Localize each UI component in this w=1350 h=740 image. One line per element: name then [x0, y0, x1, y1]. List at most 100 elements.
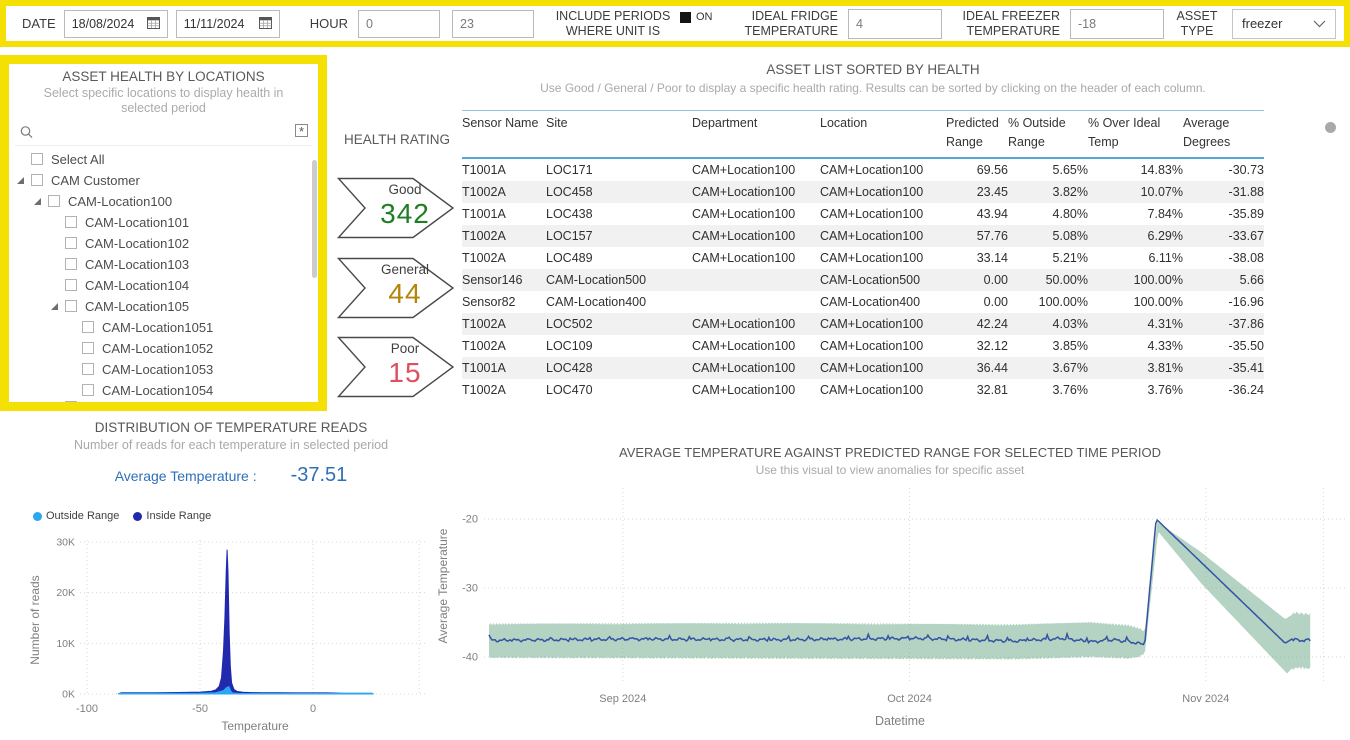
- column-header[interactable]: % Outside Range: [1008, 111, 1088, 158]
- expand-icon[interactable]: [51, 303, 58, 310]
- date-to-input[interactable]: 11/11/2024: [176, 10, 280, 38]
- y-axis-title: Number of reads: [28, 575, 42, 664]
- table-row[interactable]: Sensor82CAM-Location400CAM-Location4000.…: [462, 291, 1264, 313]
- table-cell: 32.81: [946, 379, 1008, 401]
- table-cell: LOC438: [546, 203, 692, 225]
- column-header[interactable]: Predicted Range: [946, 111, 1008, 158]
- table-cell: -35.50: [1183, 335, 1264, 357]
- expand-icon[interactable]: [17, 177, 24, 184]
- tree-item[interactable]: CAM-Location104: [15, 275, 312, 296]
- table-row[interactable]: T1001ALOC438CAM+Location100CAM+Location1…: [462, 203, 1264, 225]
- ideal-fridge-input[interactable]: 4: [848, 9, 942, 39]
- tree-item[interactable]: CAM-Location1052: [15, 338, 312, 359]
- location-tree: Select AllCAM CustomerCAM-Location100CAM…: [15, 149, 312, 411]
- y-tick-label: -30: [462, 583, 478, 595]
- health-rating-label: HEALTH RATING: [336, 132, 458, 147]
- table-row[interactable]: T1002ALOC489CAM+Location100CAM+Location1…: [462, 247, 1264, 269]
- hour-to-value: 23: [460, 17, 474, 31]
- tree-checkbox[interactable]: [48, 195, 60, 207]
- series-inside-range[interactable]: [121, 550, 344, 694]
- chevron-down-icon: [1313, 16, 1326, 31]
- tree-item[interactable]: CAM-Location100: [15, 191, 312, 212]
- filter-bar: DATE 18/08/2024 11/11/2024 HOUR 0 23 INC…: [0, 0, 1350, 47]
- tree-checkbox[interactable]: [31, 153, 43, 165]
- tree-checkbox[interactable]: [65, 258, 77, 270]
- table-cell: 43.94: [946, 203, 1008, 225]
- tree-checkbox[interactable]: [65, 237, 77, 249]
- tree-item[interactable]: CAM-Location1051: [15, 317, 312, 338]
- health-general-count: 44: [363, 278, 447, 310]
- x-tick-label: Oct 2024: [887, 693, 932, 705]
- tree-item[interactable]: CAM-Location105: [15, 296, 312, 317]
- tree-item[interactable]: CAM-Location1054: [15, 380, 312, 401]
- table-row[interactable]: T1001ALOC171CAM+Location100CAM+Location1…: [462, 158, 1264, 181]
- calendar-icon[interactable]: [259, 16, 272, 32]
- table-cell: 5.66: [1183, 269, 1264, 291]
- table-row[interactable]: T1002ALOC458CAM+Location100CAM+Location1…: [462, 181, 1264, 203]
- tree-checkbox[interactable]: [82, 342, 94, 354]
- table-cell: -36.24: [1183, 379, 1264, 401]
- column-header[interactable]: Site: [546, 111, 692, 158]
- column-header[interactable]: Location: [820, 111, 946, 158]
- tree-checkbox[interactable]: [31, 174, 43, 186]
- hour-from-input[interactable]: 0: [358, 10, 440, 38]
- column-header[interactable]: Average Degrees: [1183, 111, 1264, 158]
- table-cell: 10.07%: [1088, 181, 1183, 203]
- tree-item[interactable]: Select All: [15, 149, 312, 170]
- tree-item[interactable]: CAM-Location1053: [15, 359, 312, 380]
- table-cell: 4.31%: [1088, 313, 1183, 335]
- tree-checkbox[interactable]: [82, 321, 94, 333]
- tree-checkbox[interactable]: [65, 300, 77, 312]
- tree-item[interactable]: CAM Customer: [15, 170, 312, 191]
- table-row[interactable]: Sensor146CAM-Location500CAM-Location5000…: [462, 269, 1264, 291]
- table-cell: CAM+Location100: [692, 247, 820, 269]
- expand-icon[interactable]: [34, 198, 41, 205]
- hour-to-input[interactable]: 23: [452, 10, 534, 38]
- distribution-title: DISTRIBUTION OF TEMPERATURE READS: [25, 420, 437, 435]
- tree-item[interactable]: CAM-Location103: [15, 254, 312, 275]
- calendar-icon[interactable]: [147, 16, 160, 32]
- date-from-value: 18/08/2024: [72, 17, 147, 31]
- tree-checkbox[interactable]: [65, 216, 77, 228]
- column-header[interactable]: Sensor Name: [462, 111, 546, 158]
- tree-checkbox[interactable]: [65, 279, 77, 291]
- average-temperature-value: -37.51: [291, 464, 348, 487]
- predicted-range-band[interactable]: [489, 522, 1310, 674]
- include-toggle[interactable]: ON: [680, 11, 720, 23]
- table-row[interactable]: T1002ALOC157CAM+Location100CAM+Location1…: [462, 225, 1264, 247]
- tree-item[interactable]: CAM-Location102: [15, 233, 312, 254]
- tree-checkbox[interactable]: [65, 401, 77, 410]
- table-row[interactable]: T1002ALOC502CAM+Location100CAM+Location1…: [462, 313, 1264, 335]
- column-header[interactable]: Department: [692, 111, 820, 158]
- table-cell: 57.76: [946, 225, 1008, 247]
- table-row[interactable]: T1002ALOC470CAM+Location100CAM+Location1…: [462, 379, 1264, 401]
- distribution-chart-svg[interactable]: 0K10K20K30K-100-500TemperatureNumber of …: [25, 520, 437, 738]
- health-filter-good[interactable]: Good 342: [337, 177, 455, 239]
- table-row[interactable]: T1002ALOC109CAM+Location100CAM+Location1…: [462, 335, 1264, 357]
- table-row[interactable]: T1001ALOC428CAM+Location100CAM+Location1…: [462, 357, 1264, 379]
- line-chart-svg[interactable]: -20-30-40Sep 2024Oct 2024Nov 2024Datetim…: [430, 478, 1350, 740]
- toggle-square-icon[interactable]: [680, 12, 691, 23]
- health-filter-poor[interactable]: Poor 15: [337, 336, 455, 398]
- table-cell: 5.65%: [1008, 158, 1088, 181]
- table-cell: LOC458: [546, 181, 692, 203]
- tree-checkbox[interactable]: [82, 384, 94, 396]
- fuzzy-match-icon[interactable]: *: [295, 124, 308, 137]
- asset-type-dropdown[interactable]: freezer: [1232, 9, 1336, 39]
- ideal-fridge-label: IDEAL FRIDGE TEMPERATURE: [734, 9, 838, 39]
- tree-item[interactable]: [15, 401, 312, 410]
- tree-scrollbar[interactable]: [312, 160, 317, 278]
- search-input[interactable]: [39, 123, 263, 143]
- table-cell: 4.80%: [1008, 203, 1088, 225]
- tree-item[interactable]: CAM-Location101: [15, 212, 312, 233]
- ideal-freezer-input[interactable]: -18: [1070, 9, 1164, 39]
- table-cell: CAM-Location500: [820, 269, 946, 291]
- column-header[interactable]: % Over Ideal Temp: [1088, 111, 1183, 158]
- health-filter-general[interactable]: General 44: [337, 257, 455, 319]
- tree-checkbox[interactable]: [82, 363, 94, 375]
- table-cell: T1002A: [462, 379, 546, 401]
- distribution-subtitle: Number of reads for each temperature in …: [25, 438, 437, 452]
- table-cell: -35.41: [1183, 357, 1264, 379]
- scroll-indicator-dot[interactable]: [1325, 122, 1336, 133]
- date-from-input[interactable]: 18/08/2024: [64, 10, 168, 38]
